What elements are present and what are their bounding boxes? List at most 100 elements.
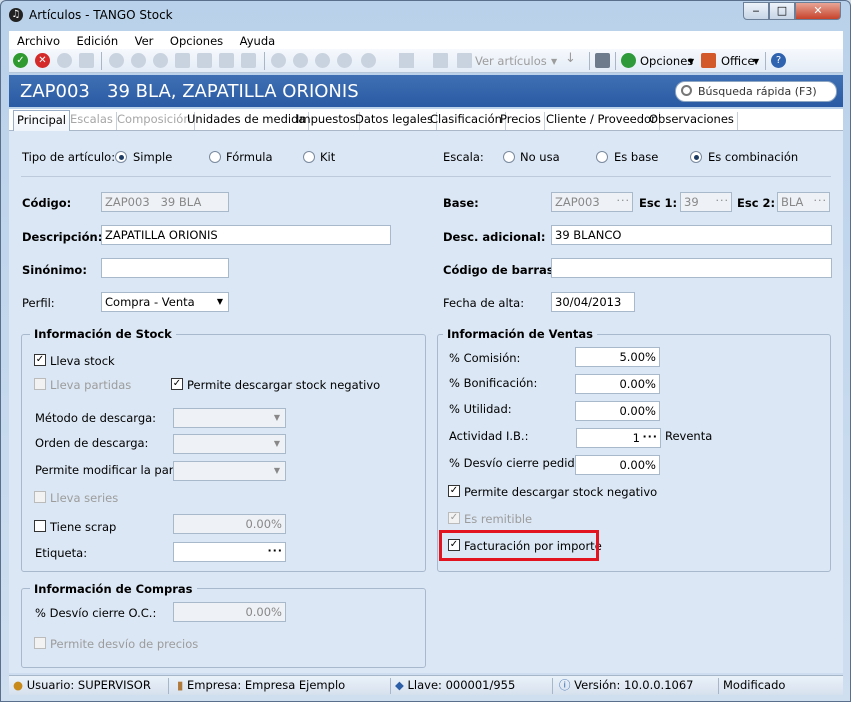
help-icon[interactable]: ? xyxy=(771,53,786,68)
close-button[interactable]: ✕ xyxy=(795,2,841,20)
scrap-field[interactable]: 0.00% xyxy=(173,514,286,534)
menu-edicion[interactable]: Edición xyxy=(69,31,124,48)
comision-field[interactable]: 5.00% xyxy=(575,347,660,367)
cancel-icon[interactable]: ✕ xyxy=(35,53,50,68)
radio-es-combinacion[interactable] xyxy=(690,151,702,163)
tab-precios[interactable]: Precios xyxy=(497,112,545,130)
tab-principal[interactable]: Principal xyxy=(13,110,71,131)
perfil-select[interactable]: Compra - Venta ▼ xyxy=(101,292,229,312)
separator xyxy=(765,52,766,70)
lleva-series-checkbox[interactable] xyxy=(34,491,46,503)
maximize-button[interactable]: □ xyxy=(769,2,795,20)
chevron-down-icon: ▼ xyxy=(216,297,224,306)
codigo-barras-field[interactable] xyxy=(551,258,832,278)
radio-formula[interactable] xyxy=(209,151,221,163)
menu-opciones[interactable]: Opciones xyxy=(162,31,228,48)
etiqueta-label: Etiqueta: xyxy=(35,546,88,560)
compras-group xyxy=(21,588,426,668)
copy-icon[interactable] xyxy=(79,53,94,68)
compras-group-title: Información de Compras xyxy=(30,582,197,596)
desvio-oc-field[interactable]: 0.00% xyxy=(173,602,286,622)
chevron-down-icon[interactable]: ▼ xyxy=(753,57,759,66)
toolbar: ✓ ✕ Ver artículos ▼ ↓ Opciones ▼ Office … xyxy=(9,49,843,73)
add-icon[interactable] xyxy=(57,53,72,68)
desc-adicional-field[interactable]: 39 BLANCO xyxy=(551,225,832,245)
lleva-stock-label: Lleva stock xyxy=(50,354,115,368)
radio-es-base[interactable] xyxy=(596,151,608,163)
lleva-partidas-checkbox[interactable] xyxy=(34,378,46,390)
filter-icon[interactable] xyxy=(399,53,414,68)
quick-search-input[interactable]: Búsqueda rápida (F3) xyxy=(675,81,837,102)
search-icon[interactable] xyxy=(361,53,376,68)
metodo-descarga-select[interactable]: ▼ xyxy=(173,408,286,428)
nav-last-icon[interactable] xyxy=(337,53,352,68)
es-remitible-checkbox[interactable]: ✓ xyxy=(448,512,460,524)
tab-escalas[interactable]: Escalas xyxy=(67,112,117,130)
esc1-label: Esc 1: xyxy=(639,196,678,210)
gear-icon[interactable] xyxy=(621,53,636,68)
utilidad-field[interactable]: 0.00% xyxy=(575,401,660,421)
chevron-down-icon[interactable]: ▼ xyxy=(551,57,557,66)
status-llave: ◆ Llave: 000001/955 xyxy=(391,678,553,694)
stock-group-title: Información de Stock xyxy=(30,327,176,341)
first-icon[interactable] xyxy=(131,53,146,68)
tab-impuestos[interactable]: Impuestos xyxy=(293,112,360,130)
codigo-field[interactable]: ZAP003 39 BLA xyxy=(101,192,229,212)
tab-observaciones[interactable]: Observaciones xyxy=(646,112,738,130)
permite-negativo-ventas-checkbox[interactable]: ✓ xyxy=(448,485,460,497)
desvio-pedidos-field[interactable]: 0.00% xyxy=(575,455,660,475)
radio-no-usa[interactable] xyxy=(503,151,515,163)
lleva-stock-checkbox[interactable]: ✓ xyxy=(34,354,46,366)
utilidad-label: % Utilidad: xyxy=(449,402,512,416)
opciones-button[interactable]: Opciones xyxy=(640,54,693,68)
tab-cliente-proveedor[interactable]: Cliente / Proveedor xyxy=(543,112,660,130)
office-button[interactable]: Office xyxy=(721,54,755,68)
office-icon[interactable] xyxy=(701,53,716,68)
descripcion-field[interactable]: ZAPATILLA ORIONIS xyxy=(101,225,391,245)
minimize-button[interactable]: ‒ xyxy=(743,2,769,20)
lookup-icon: ··· xyxy=(715,194,729,207)
refresh-icon[interactable] xyxy=(241,53,256,68)
tab-datos-legales[interactable]: Datos legales xyxy=(352,112,437,130)
paste-icon[interactable] xyxy=(219,53,234,68)
nav-next-icon[interactable] xyxy=(315,53,330,68)
grid-icon[interactable] xyxy=(433,53,448,68)
sinonimo-field[interactable] xyxy=(101,258,229,278)
permite-negativo-stock-checkbox[interactable]: ✓ xyxy=(171,378,183,390)
tipo-label: Tipo de artículo: xyxy=(22,150,116,164)
sort-icon[interactable]: ↓ xyxy=(565,51,576,66)
accept-icon[interactable]: ✓ xyxy=(13,53,28,68)
nav-prev-icon[interactable] xyxy=(293,53,308,68)
menu-ver[interactable]: Ver xyxy=(127,31,159,48)
modificar-partida-select[interactable]: ▼ xyxy=(173,461,286,481)
radio-kit[interactable] xyxy=(303,151,315,163)
etiqueta-field[interactable]: ··· xyxy=(173,542,286,562)
base-field[interactable]: ZAP003 ··· xyxy=(551,192,633,212)
actividad-field[interactable]: 1 ··· xyxy=(576,428,661,448)
tiene-scrap-label: Tiene scrap xyxy=(50,520,117,534)
menu-ayuda[interactable]: Ayuda xyxy=(232,31,281,48)
divider xyxy=(21,176,831,177)
nav-first-icon[interactable] xyxy=(271,53,286,68)
chevron-down-icon[interactable]: ▼ xyxy=(688,57,694,66)
tree-icon[interactable] xyxy=(175,53,190,68)
esc2-field[interactable]: BLA ··· xyxy=(777,192,830,212)
edit-icon[interactable] xyxy=(197,53,212,68)
radio-simple[interactable] xyxy=(115,151,127,163)
delete-icon[interactable] xyxy=(109,53,124,68)
orden-descarga-select[interactable]: ▼ xyxy=(173,434,286,454)
tab-composicion[interactable]: Composición xyxy=(114,112,195,130)
bonificacion-field[interactable]: 0.00% xyxy=(575,374,660,394)
printer-icon[interactable] xyxy=(595,53,610,68)
menu-archivo[interactable]: Archivo xyxy=(9,31,65,48)
radio-es-combinacion-label: Es combinación xyxy=(708,150,799,164)
up-icon[interactable] xyxy=(153,53,168,68)
permite-negativo-stock-label: Permite descargar stock negativo xyxy=(187,378,381,392)
fecha-alta-field[interactable]: 30/04/2013 xyxy=(551,292,635,312)
ver-articulos-button[interactable]: Ver artículos xyxy=(475,54,547,68)
esc1-field[interactable]: 39 ··· xyxy=(680,192,732,212)
tab-clasificacion[interactable]: Clasificación xyxy=(427,112,506,130)
tiene-scrap-checkbox[interactable] xyxy=(34,520,46,532)
tab-unidades[interactable]: Unidades de medida xyxy=(184,112,310,130)
permite-desvio-checkbox[interactable] xyxy=(34,637,46,649)
